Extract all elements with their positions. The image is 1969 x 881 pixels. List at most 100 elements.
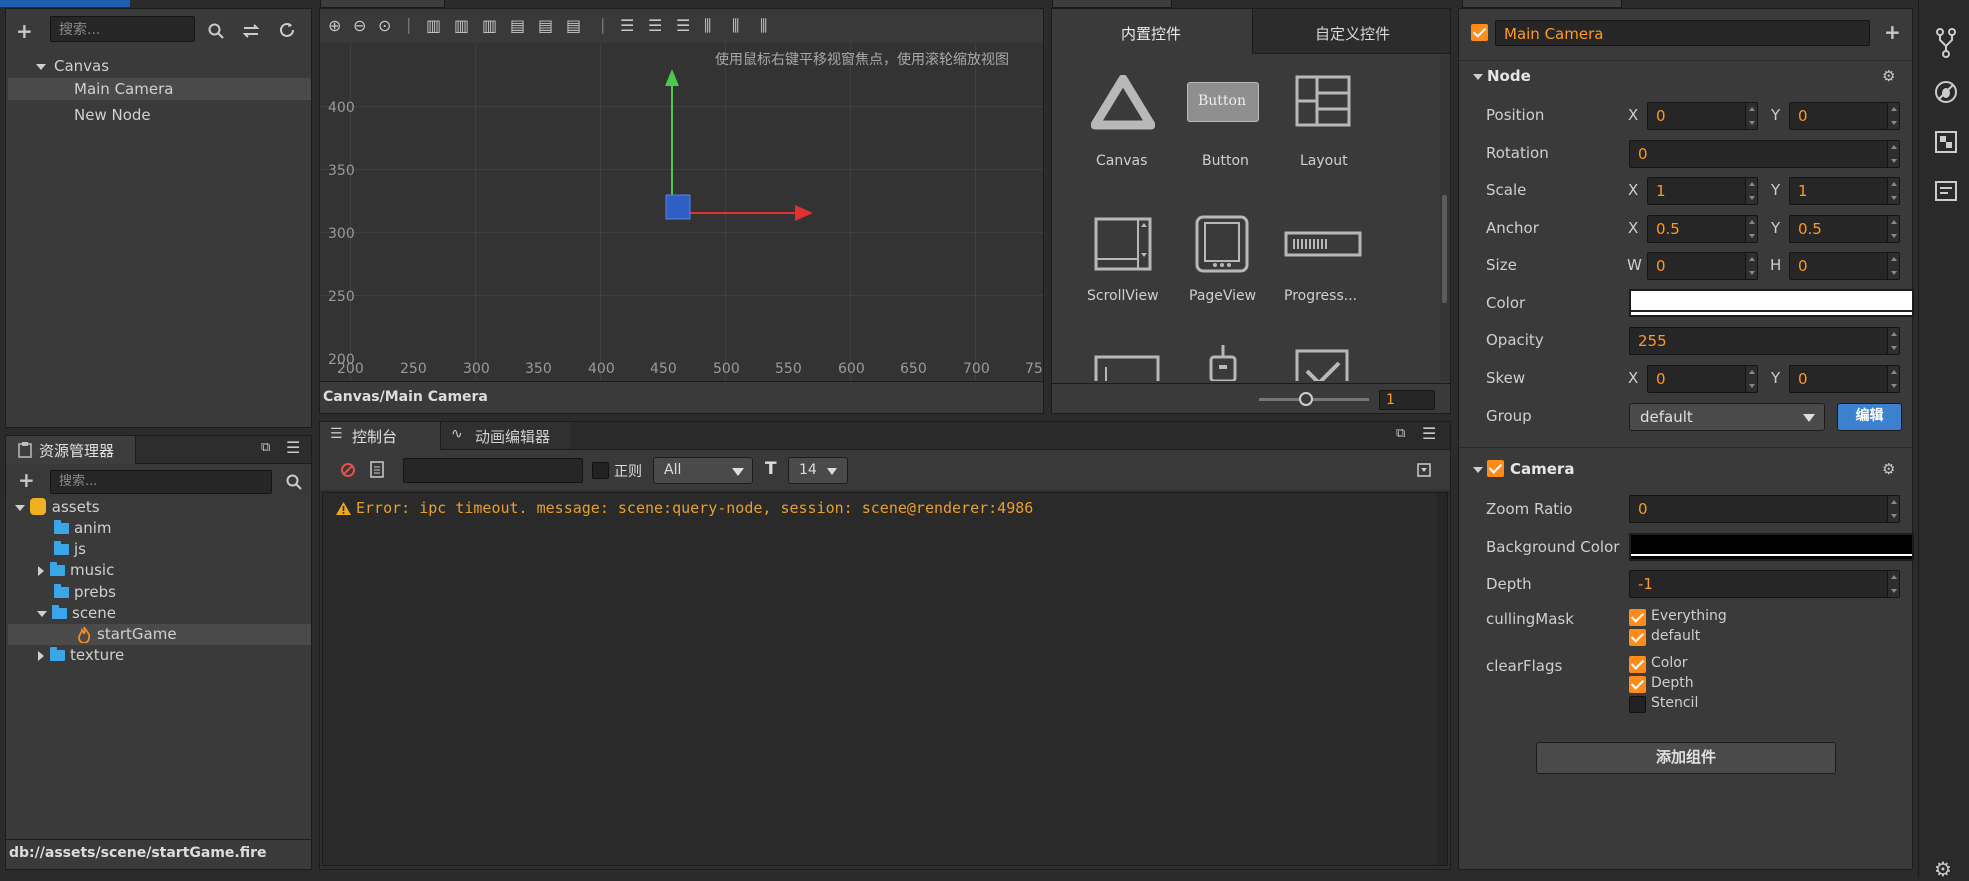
stepper[interactable] — [1745, 253, 1757, 279]
opacity-input[interactable]: 255 — [1629, 327, 1900, 355]
color-swatch[interactable] — [1629, 289, 1914, 317]
assets-search-input[interactable]: 搜索... — [50, 470, 272, 494]
stepper[interactable] — [1887, 571, 1899, 597]
stepper[interactable] — [1887, 253, 1899, 279]
stepper[interactable] — [1887, 141, 1899, 167]
zoom-reset-icon[interactable]: ⊙ — [378, 16, 391, 35]
align-right-icon[interactable]: ▥ — [482, 16, 497, 35]
debug-icon[interactable] — [1934, 80, 1958, 104]
console-filter-input[interactable] — [403, 458, 583, 483]
distribute-left-icon[interactable]: ⫼ — [704, 16, 711, 36]
skew-x-input[interactable]: 0 — [1647, 365, 1758, 393]
menu-icon[interactable]: ☰ — [1422, 424, 1436, 443]
hierarchy-search-input[interactable]: 搜索... — [50, 16, 195, 42]
zoom-value-input[interactable]: 1 — [1379, 390, 1435, 410]
widget-scrollbar[interactable] — [1440, 55, 1450, 381]
scene-tab[interactable] — [320, 0, 445, 8]
clear-stencil-checkbox[interactable] — [1629, 696, 1646, 713]
clear-color-checkbox[interactable] — [1629, 656, 1646, 673]
add-component-button[interactable]: 添加组件 — [1536, 742, 1836, 774]
stepper[interactable] — [1887, 328, 1899, 354]
layout-widget-icon[interactable] — [1295, 75, 1351, 127]
camera-section-arrow-icon[interactable] — [1473, 467, 1483, 473]
expand-arrow-icon[interactable] — [36, 63, 46, 70]
culling-everything-checkbox[interactable] — [1629, 609, 1646, 626]
align-left-icon[interactable]: ▥ — [426, 16, 441, 35]
collapse-arrow-icon[interactable] — [38, 565, 44, 576]
zoom-out-icon[interactable]: ⊖ — [353, 16, 366, 35]
git-branch-icon[interactable] — [1935, 28, 1957, 58]
stepper[interactable] — [1887, 103, 1899, 129]
group-select[interactable]: default — [1629, 403, 1825, 431]
add-icon[interactable]: + — [16, 19, 33, 43]
scrollview-widget-icon[interactable] — [1094, 217, 1152, 271]
menu-icon[interactable]: ☰ — [286, 438, 300, 457]
gear-icon[interactable]: ⚙ — [1882, 460, 1895, 478]
search-icon[interactable] — [208, 23, 224, 39]
button-widget-icon[interactable]: Button — [1187, 82, 1259, 122]
node-name-input[interactable]: Main Camera — [1495, 20, 1870, 46]
position-y-input[interactable]: 0 — [1789, 102, 1900, 130]
stepper[interactable] — [1745, 178, 1757, 204]
node-active-checkbox[interactable] — [1471, 24, 1488, 41]
tab-custom[interactable]: 自定义控件 — [1252, 9, 1450, 54]
progressbar-widget-icon[interactable] — [1284, 231, 1362, 257]
add-icon[interactable]: + — [1884, 20, 1901, 44]
extension-icon[interactable] — [1935, 131, 1957, 153]
node-section-arrow-icon[interactable] — [1473, 74, 1483, 80]
zoom-slider-track[interactable] — [1259, 398, 1369, 401]
folder-music[interactable]: music — [38, 561, 114, 579]
hierarchy-tab[interactable] — [0, 0, 130, 7]
size-h-input[interactable]: 0 — [1789, 252, 1900, 280]
folder-js[interactable]: js — [54, 540, 86, 558]
search-icon[interactable] — [286, 474, 302, 490]
gear-icon[interactable]: ⚙ — [1882, 67, 1895, 85]
editbox-widget-icon[interactable] — [1094, 355, 1160, 381]
refresh-icon[interactable] — [279, 22, 296, 39]
widget-library-tab[interactable] — [1052, 0, 1172, 8]
zoom-in-icon[interactable]: ⊕ — [328, 16, 341, 35]
distribute-middle-icon[interactable]: ☰ — [648, 16, 662, 35]
add-icon[interactable]: + — [18, 468, 35, 492]
move-gizmo[interactable] — [665, 69, 815, 229]
panel-list-icon[interactable] — [1935, 181, 1957, 201]
tree-item-assets[interactable]: assets — [15, 498, 100, 516]
stepper[interactable] — [1745, 103, 1757, 129]
distribute-right-icon[interactable]: ⫼ — [760, 16, 767, 36]
align-middle-icon[interactable]: ▤ — [538, 16, 553, 35]
tree-item-new-node[interactable]: New Node — [74, 106, 151, 124]
collapse-icon[interactable] — [1417, 463, 1431, 477]
popout-icon[interactable]: ⧉ — [1396, 426, 1405, 441]
clear-icon[interactable] — [340, 462, 356, 478]
skew-y-input[interactable]: 0 — [1789, 365, 1900, 393]
settings-gear-icon[interactable]: ⚙ — [1934, 857, 1952, 881]
tree-item-canvas[interactable]: Canvas — [36, 57, 109, 75]
scale-x-input[interactable]: 1 — [1647, 177, 1758, 205]
popout-icon[interactable]: ⧉ — [261, 440, 270, 455]
tab-anim-editor[interactable]: ∿ 动画编辑器 — [440, 422, 570, 450]
scrollbar-thumb[interactable] — [1442, 195, 1447, 303]
culling-default-checkbox[interactable] — [1629, 629, 1646, 646]
position-x-input[interactable]: 0 — [1647, 102, 1758, 130]
stepper[interactable] — [1887, 178, 1899, 204]
log-scrollbar[interactable] — [1437, 493, 1447, 865]
size-w-input[interactable]: 0 — [1647, 252, 1758, 280]
stepper[interactable] — [1745, 366, 1757, 392]
slider-widget-icon[interactable] — [1205, 345, 1241, 381]
inspector-tab[interactable] — [1462, 0, 1622, 8]
stepper[interactable] — [1887, 216, 1899, 242]
tree-item-main-camera[interactable]: Main Camera — [8, 78, 311, 100]
align-bottom-icon[interactable]: ▤ — [566, 16, 581, 35]
assets-tab[interactable]: 资源管理器 — [6, 436, 136, 464]
depth-input[interactable]: -1 — [1629, 570, 1900, 598]
rotation-input[interactable]: 0 — [1629, 140, 1900, 168]
folder-texture[interactable]: texture — [38, 646, 124, 664]
scale-y-input[interactable]: 1 — [1789, 177, 1900, 205]
background-color-swatch[interactable] — [1629, 533, 1914, 561]
swap-icon[interactable] — [242, 23, 260, 39]
distribute-bottom-icon[interactable]: ☰ — [676, 16, 690, 35]
stepper[interactable] — [1887, 496, 1899, 522]
stepper[interactable] — [1745, 216, 1757, 242]
anchor-x-input[interactable]: 0.5 — [1647, 215, 1758, 243]
clear-depth-checkbox[interactable] — [1629, 676, 1646, 693]
